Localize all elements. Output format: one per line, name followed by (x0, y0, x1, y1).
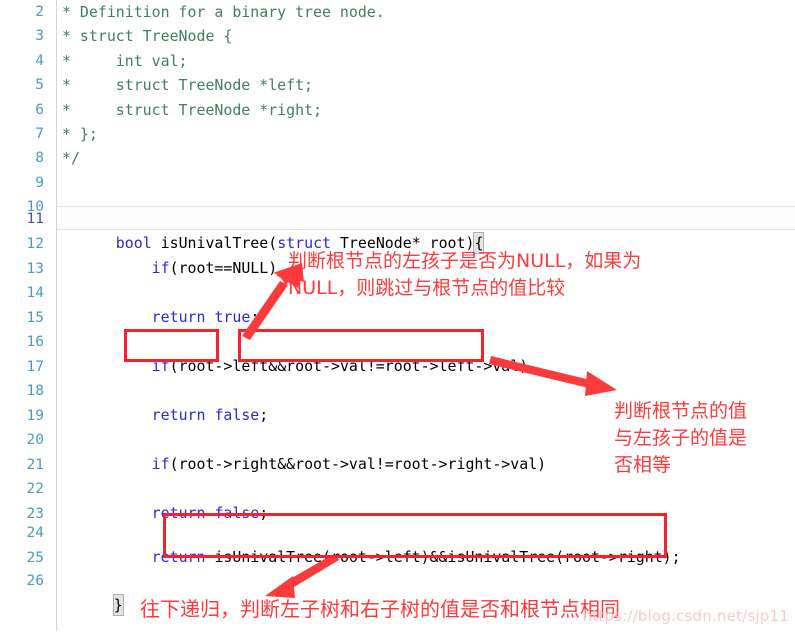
keyword-true: true (214, 308, 251, 327)
cond-root-null: (root==NULL) (169, 259, 278, 278)
line-number[interactable]: 17 (0, 355, 44, 379)
keyword-return: return (151, 406, 206, 425)
gutter-divider (56, 0, 57, 631)
code-line-6[interactable]: * struct TreeNode *right; (62, 98, 322, 122)
punct-semicolon: ; (250, 308, 260, 327)
code-line-20[interactable]: if(root->right&&root->val!=root->right->… (62, 428, 546, 473)
line-number[interactable]: 5 (0, 73, 44, 97)
keyword-if: if (151, 259, 170, 278)
text-space2 (331, 234, 340, 252)
code-line-7[interactable]: * }; (62, 122, 98, 146)
code-line-16[interactable]: if(root->left&&root->val!=root->left->va… (62, 330, 529, 375)
keyword-false: false (214, 406, 260, 425)
code-line-11[interactable]: bool isUnivalTree(struct TreeNode* root)… (62, 207, 485, 255)
line-number[interactable]: 4 (0, 49, 44, 73)
code-editor[interactable]: 2 3 4 5 6 7 8 9 10 11 12 13 14 15 16 17 … (0, 0, 795, 631)
line-number[interactable]: 14 (0, 281, 44, 305)
code-line-22[interactable]: return false; (62, 477, 269, 522)
line-number[interactable]: 7 (0, 122, 44, 146)
line-number[interactable]: 22 (0, 477, 44, 501)
line-number[interactable]: 18 (0, 379, 44, 403)
code-line-3[interactable]: * struct TreeNode { (62, 24, 232, 48)
cond-left-val: (root->left&&root->val!=root->left->val) (169, 357, 529, 376)
line-number[interactable]: 21 (0, 453, 44, 477)
code-line-8[interactable]: */ (62, 146, 80, 170)
keyword-return: return (151, 504, 206, 523)
bracket-match-open-brace: { (473, 232, 485, 255)
line-number-current[interactable]: 11 (0, 207, 44, 231)
line-number[interactable]: 19 (0, 404, 44, 428)
type-treenode: TreeNode* root (339, 234, 466, 253)
recursive-call-expr: isUnivalTree(root->left)&&isUnivalTree(r… (214, 548, 681, 567)
line-number[interactable]: 26 (0, 569, 44, 593)
code-line-2[interactable]: * Definition for a binary tree node. (62, 0, 385, 24)
line-number[interactable]: 6 (0, 98, 44, 122)
line-number[interactable]: 25 (0, 546, 44, 570)
bracket-match-close-brace: } (112, 594, 124, 617)
code-line-18[interactable]: return false; (62, 379, 269, 424)
line-number[interactable]: 13 (0, 257, 44, 281)
line-number-gutter: 2 3 4 5 6 7 8 9 10 11 12 13 14 15 16 17 … (0, 0, 52, 631)
keyword-if: if (151, 357, 170, 376)
keyword-return: return (151, 548, 206, 567)
keyword-struct: struct (277, 234, 331, 253)
line-number[interactable]: 2 (0, 0, 44, 24)
line-number[interactable]: 15 (0, 306, 44, 330)
line-number[interactable]: 3 (0, 24, 44, 48)
code-line-12[interactable]: if(root==NULL) (62, 232, 278, 277)
code-line-5[interactable]: * struct TreeNode *left; (62, 73, 313, 97)
line-number[interactable]: 20 (0, 428, 44, 452)
keyword-false: false (214, 504, 260, 523)
code-line-24[interactable]: return isUnivalTree(root->left)&&isUniva… (62, 521, 681, 566)
line-number[interactable]: 8 (0, 146, 44, 170)
punct-semicolon: ; (259, 504, 269, 523)
line-number[interactable]: 9 (0, 171, 44, 195)
line-number[interactable]: 12 (0, 232, 44, 256)
cond-right-val: (root->right&&root->val!=root->right->va… (169, 455, 547, 474)
keyword-return: return (151, 308, 206, 327)
line-number[interactable]: 16 (0, 330, 44, 354)
code-line-26[interactable]: } (60, 569, 124, 617)
line-number[interactable]: 24 (0, 521, 44, 545)
code-line-4[interactable]: * int val; (62, 49, 188, 73)
punct-semicolon: ; (259, 406, 269, 425)
keyword-if: if (151, 455, 170, 474)
code-line-14[interactable]: return true; (62, 281, 260, 326)
